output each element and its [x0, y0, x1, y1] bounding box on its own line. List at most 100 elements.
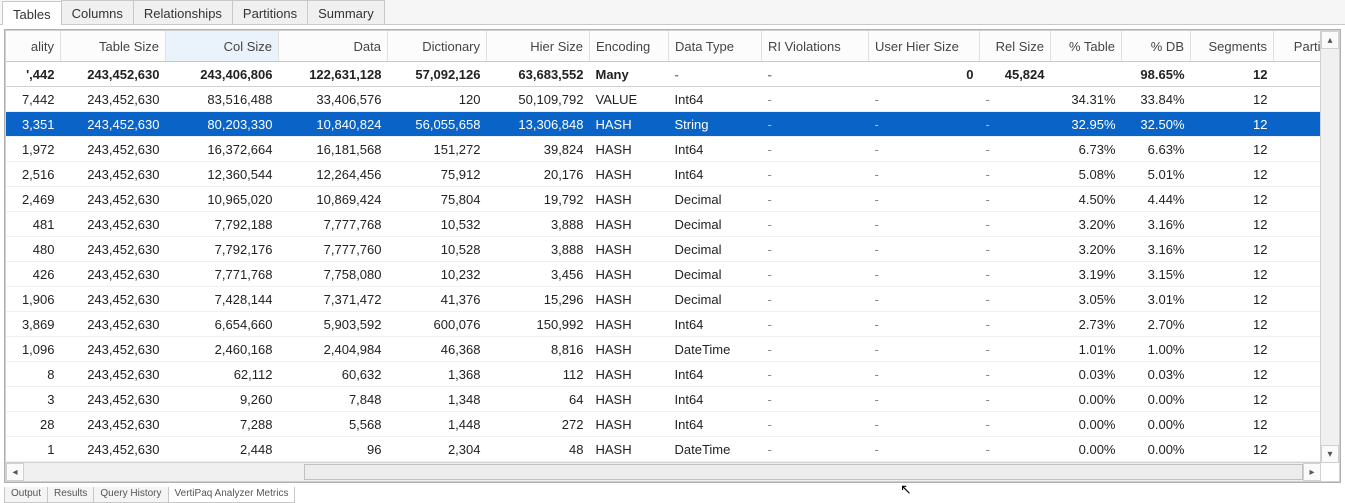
table-row[interactable]: 426243,452,6307,771,7687,758,08010,2323,…: [6, 262, 1340, 287]
cell: -: [762, 212, 869, 237]
col-header-ri[interactable]: RI Violations: [762, 31, 869, 62]
cell: 33,406,576: [279, 87, 388, 112]
table-row[interactable]: 1,972243,452,63016,372,66416,181,568151,…: [6, 137, 1340, 162]
cell: 19,792: [487, 187, 590, 212]
cell: 3,888: [487, 237, 590, 262]
col-header-ality[interactable]: ality: [6, 31, 61, 62]
cell: 243,452,630: [61, 437, 166, 462]
cell: -: [869, 287, 980, 312]
cell: 12: [1191, 412, 1274, 437]
cell: 0.03%: [1122, 362, 1191, 387]
col-header-user-hier[interactable]: User Hier Size: [869, 31, 980, 62]
cell: 63,683,552: [487, 62, 590, 87]
col-header-table-size[interactable]: Table Size: [61, 31, 166, 62]
cell: 600,076: [388, 312, 487, 337]
scroll-track[interactable]: [24, 464, 1303, 480]
table-row[interactable]: 481243,452,6307,792,1887,777,76810,5323,…: [6, 212, 1340, 237]
tab-relationships[interactable]: Relationships: [133, 0, 233, 24]
table-row[interactable]: 7,442243,452,63083,516,48833,406,5761205…: [6, 87, 1340, 112]
table-row[interactable]: 2,469243,452,63010,965,02010,869,42475,8…: [6, 187, 1340, 212]
cell: -: [980, 112, 1051, 137]
cell: -: [762, 62, 869, 87]
cell: 6.73%: [1051, 137, 1122, 162]
cell: 3.16%: [1122, 212, 1191, 237]
cell: 39,824: [487, 137, 590, 162]
cell: DateTime: [669, 437, 762, 462]
cell: 64: [487, 387, 590, 412]
bottom-tab-results[interactable]: Results: [47, 487, 94, 503]
col-header-hier-size[interactable]: Hier Size: [487, 31, 590, 62]
cell: 83,516,488: [166, 87, 279, 112]
cell: Int64: [669, 387, 762, 412]
scroll-up-icon[interactable]: ▴: [1321, 31, 1339, 49]
col-header-col-size[interactable]: Col Size: [166, 31, 279, 62]
scroll-left-icon[interactable]: ◂: [6, 463, 24, 481]
cell: -: [869, 362, 980, 387]
cell: 15,296: [487, 287, 590, 312]
cell: 5.08%: [1051, 162, 1122, 187]
cell: -: [869, 162, 980, 187]
cell: -: [869, 262, 980, 287]
table-row[interactable]: 3,869243,452,6306,654,6605,903,592600,07…: [6, 312, 1340, 337]
cell: 243,452,630: [61, 87, 166, 112]
scroll-down-icon[interactable]: ▾: [1321, 445, 1339, 463]
bottom-tab-query-history[interactable]: Query History: [93, 487, 168, 503]
cell: DateTime: [669, 337, 762, 362]
cell: 28: [6, 412, 61, 437]
cell: 12: [1191, 362, 1274, 387]
scroll-thumb[interactable]: [304, 464, 1303, 480]
cell: 243,452,630: [61, 262, 166, 287]
tab-partitions[interactable]: Partitions: [232, 0, 308, 24]
cell: 1,448: [388, 412, 487, 437]
cell: 1,972: [6, 137, 61, 162]
table-row[interactable]: 28243,452,6307,2885,5681,448272HASHInt64…: [6, 412, 1340, 437]
col-header-data-type[interactable]: Data Type: [669, 31, 762, 62]
tab-tables[interactable]: Tables: [2, 1, 62, 25]
cell: 426: [6, 262, 61, 287]
bottom-tab-vertipaq-analyzer-metrics[interactable]: VertiPaq Analyzer Metrics: [168, 487, 296, 503]
cell: 0.00%: [1051, 437, 1122, 462]
col-header-data[interactable]: Data: [279, 31, 388, 62]
col-header-rel-size[interactable]: Rel Size: [980, 31, 1051, 62]
cell: HASH: [590, 437, 669, 462]
col-header-dictionary[interactable]: Dictionary: [388, 31, 487, 62]
cell: 243,452,630: [61, 387, 166, 412]
cell: -: [669, 62, 762, 87]
table-row[interactable]: 3,351243,452,63080,203,33010,840,82456,0…: [6, 112, 1340, 137]
cell: HASH: [590, 312, 669, 337]
cell: 243,452,630: [61, 362, 166, 387]
cell: 98.65%: [1122, 62, 1191, 87]
horizontal-scrollbar[interactable]: ◂ ▸: [6, 462, 1321, 481]
cell: 7,777,760: [279, 237, 388, 262]
col-header-segments[interactable]: Segments: [1191, 31, 1274, 62]
cell: 8,816: [487, 337, 590, 362]
table-row[interactable]: 8243,452,63062,11260,6321,368112HASHInt6…: [6, 362, 1340, 387]
tab-summary[interactable]: Summary: [307, 0, 385, 24]
col-header-pct-table[interactable]: % Table: [1051, 31, 1122, 62]
table-row[interactable]: 1,906243,452,6307,428,1447,371,47241,376…: [6, 287, 1340, 312]
col-header-encoding[interactable]: Encoding: [590, 31, 669, 62]
vertical-scrollbar[interactable]: ▴ ▾: [1320, 31, 1339, 463]
cell: Int64: [669, 137, 762, 162]
table-row[interactable]: 480243,452,6307,792,1767,777,76010,5283,…: [6, 237, 1340, 262]
table-row[interactable]: 2,516243,452,63012,360,54412,264,45675,9…: [6, 162, 1340, 187]
tab-columns[interactable]: Columns: [61, 0, 134, 24]
cell: 150,992: [487, 312, 590, 337]
cell: 10,965,020: [166, 187, 279, 212]
cell: -: [762, 287, 869, 312]
cell: -: [762, 87, 869, 112]
table-row[interactable]: 3243,452,6309,2607,8481,34864HASHInt64--…: [6, 387, 1340, 412]
table-row[interactable]: ',442243,452,630243,406,806122,631,12857…: [6, 62, 1340, 87]
cell: 243,452,630: [61, 312, 166, 337]
scroll-right-icon[interactable]: ▸: [1303, 463, 1321, 481]
table-row[interactable]: 1,096243,452,6302,460,1682,404,98446,368…: [6, 337, 1340, 362]
cell: 480: [6, 237, 61, 262]
col-header-pct-db[interactable]: % DB: [1122, 31, 1191, 62]
bottom-tab-output[interactable]: Output: [4, 487, 48, 503]
cell: 7,288: [166, 412, 279, 437]
cell: 7,792,188: [166, 212, 279, 237]
cell: 272: [487, 412, 590, 437]
table-row[interactable]: 1243,452,6302,448962,30448HASHDateTime--…: [6, 437, 1340, 462]
cell: -: [980, 87, 1051, 112]
cell: 48: [487, 437, 590, 462]
